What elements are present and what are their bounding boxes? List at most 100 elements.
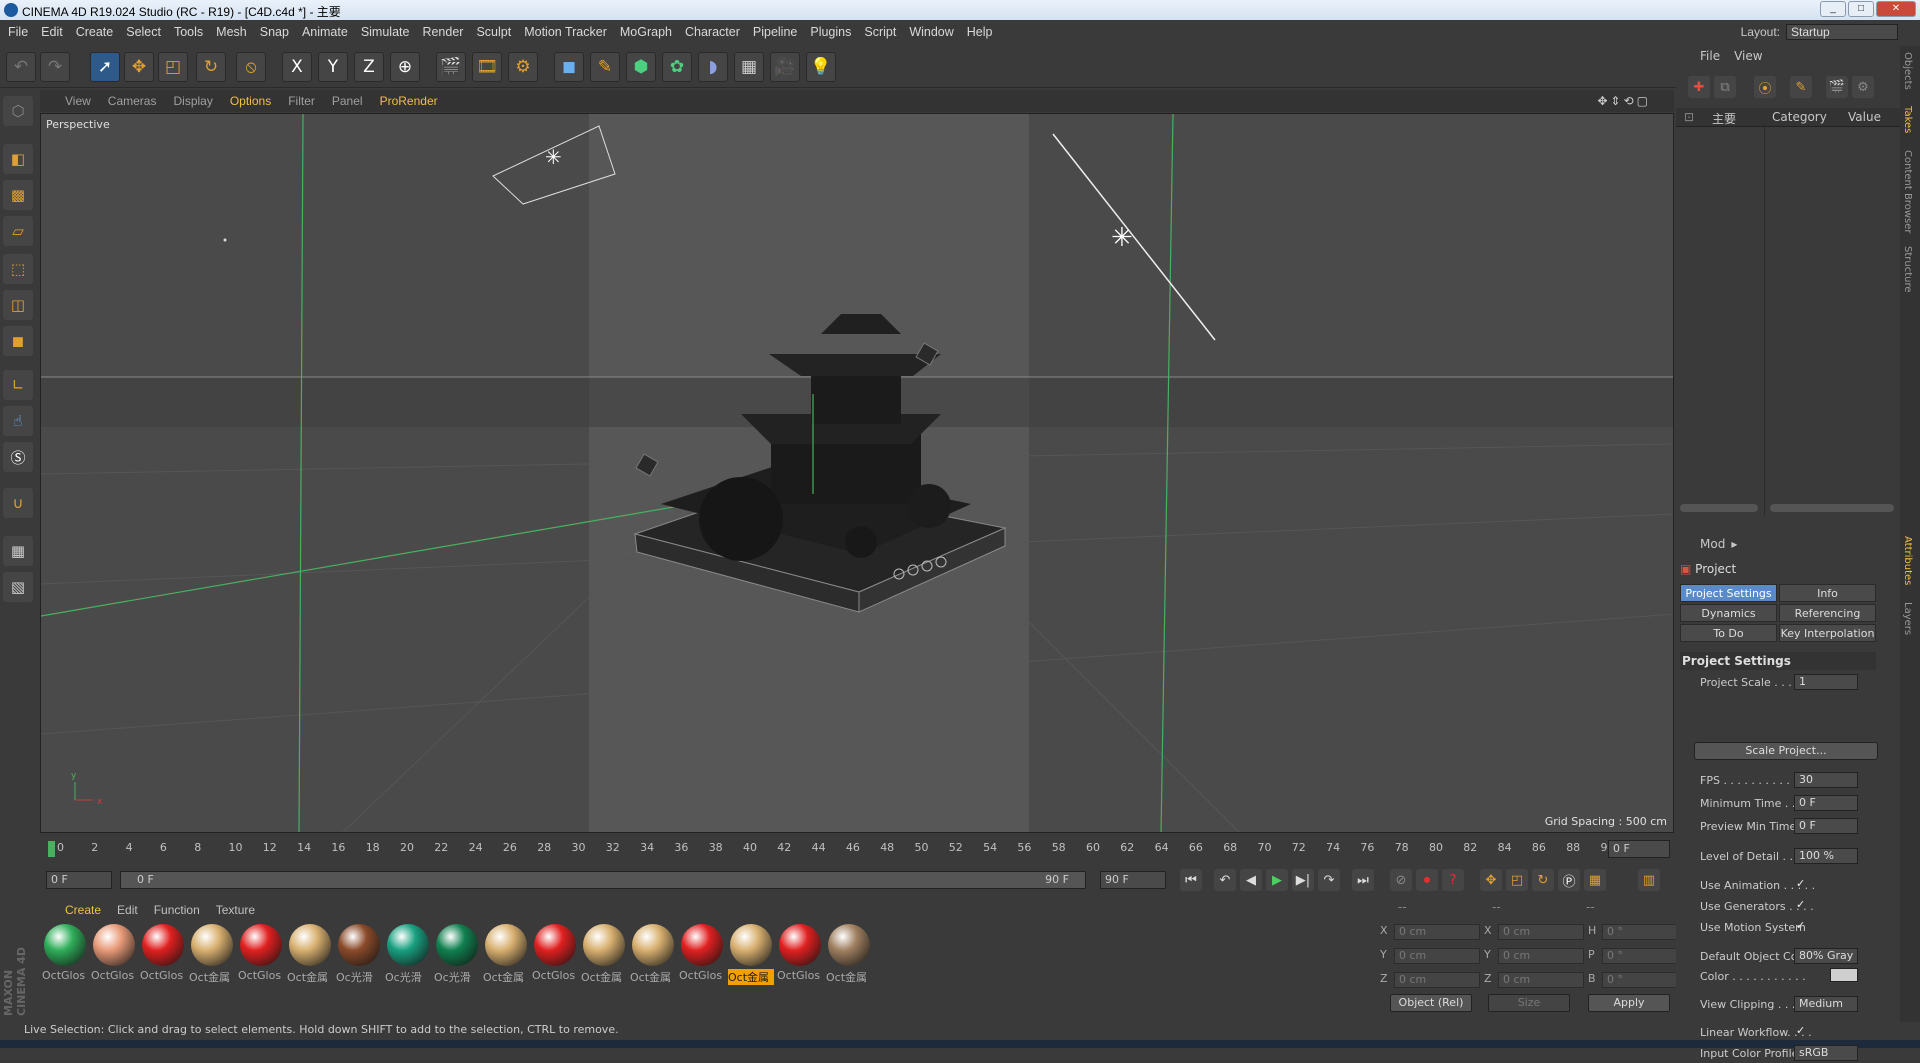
side-tab-content-browser[interactable]: Content Browser [1902, 150, 1913, 233]
camera-icon[interactable]: 🎥 [770, 52, 800, 82]
menu-snap[interactable]: Snap [260, 25, 289, 39]
material-thumbnail[interactable]: OctGlos [777, 924, 823, 990]
side-tab-attributes[interactable]: Attributes [1902, 536, 1913, 585]
next-frame-icon[interactable]: ▶| [1292, 869, 1314, 891]
viewport-menu-filter[interactable]: Filter [288, 94, 315, 108]
menu-render[interactable]: Render [422, 25, 463, 39]
menu-animate[interactable]: Animate [302, 25, 348, 39]
axis-mode-icon[interactable]: ∟ [3, 370, 33, 400]
next-key-icon[interactable]: ↷ [1318, 869, 1340, 891]
material-menu-function[interactable]: Function [154, 903, 200, 917]
viewport-nav-icons[interactable]: ✥⇕⟲▢ [1597, 94, 1651, 108]
previous-key-icon[interactable]: ↶ [1214, 869, 1236, 891]
menu-simulate[interactable]: Simulate [361, 25, 410, 39]
render-settings-icon[interactable]: ⚙ [508, 52, 538, 82]
material-thumbnail[interactable]: Oc光滑 [336, 924, 382, 990]
menu-file[interactable]: File [8, 25, 28, 39]
recent-tools-icon[interactable]: ⦸ [236, 52, 266, 82]
rotation-h-field[interactable]: 0 ° [1602, 924, 1682, 940]
material-thumbnail[interactable]: Oct金属 [826, 924, 872, 990]
autokeying-icon[interactable]: ⏺ [1416, 869, 1438, 891]
material-menu-texture[interactable]: Texture [216, 903, 255, 917]
tab-referencing[interactable]: Referencing [1779, 604, 1876, 622]
material-thumbnail[interactable]: OctGlos [42, 924, 88, 990]
input-color-profile-dropdown[interactable]: sRGB [1794, 1045, 1858, 1061]
keyframe-selection-icon[interactable]: ? [1442, 869, 1464, 891]
use-motion-system-checkbox[interactable]: ✓ [1796, 919, 1805, 932]
model-mode-icon[interactable]: ◧ [3, 144, 33, 174]
position-z-field[interactable]: 0 cm [1394, 972, 1480, 988]
attribute-nav-arrow-icon[interactable]: ▸ [1731, 537, 1737, 551]
color-swatch[interactable] [1830, 968, 1858, 982]
key-rotation-icon[interactable]: ↻ [1532, 869, 1554, 891]
viewport-menu-display[interactable]: Display [173, 94, 212, 108]
take-clone-icon[interactable]: ⧉ [1714, 76, 1736, 98]
rotation-b-field[interactable]: 0 ° [1602, 972, 1682, 988]
minimum-time-field[interactable]: 0 F [1794, 795, 1858, 811]
menu-pipeline[interactable]: Pipeline [753, 25, 797, 39]
end-frame-field[interactable]: 90 F [1100, 871, 1166, 889]
minimize-button[interactable]: _ [1820, 1, 1846, 17]
menu-mograph[interactable]: MoGraph [620, 25, 672, 39]
make-editable-icon[interactable]: ⬡ [3, 96, 33, 126]
timeline-window-icon[interactable]: ▥ [1638, 869, 1660, 891]
snap-icon[interactable]: Ⓢ [3, 442, 33, 472]
pen-spline-icon[interactable]: ✎ [590, 52, 620, 82]
menu-script[interactable]: Script [864, 25, 896, 39]
apply-button[interactable]: Apply [1588, 994, 1670, 1012]
key-pla-icon[interactable]: ▦ [1584, 869, 1606, 891]
auto-take-icon[interactable]: ✎ [1790, 76, 1812, 98]
size-y-field[interactable]: 0 cm [1498, 948, 1584, 964]
menu-help[interactable]: Help [967, 25, 993, 39]
menu-plugins[interactable]: Plugins [810, 25, 851, 39]
key-position-icon[interactable]: ✥ [1480, 869, 1502, 891]
material-thumbnail[interactable]: Oct金属 [483, 924, 529, 990]
tab-project-settings[interactable]: Project Settings [1680, 584, 1777, 602]
material-thumbnail[interactable]: OctGlos [532, 924, 578, 990]
tab-key-interpolation[interactable]: Key Interpolation [1779, 624, 1876, 642]
record-active-objects-icon[interactable]: ⊘ [1390, 869, 1412, 891]
viewport-menu-options[interactable]: Options [230, 94, 271, 108]
tweak-mode-icon[interactable]: ☝ [3, 406, 33, 436]
level-of-detail-field[interactable]: 100 % [1794, 848, 1858, 864]
side-tab-layers[interactable]: Layers [1902, 602, 1913, 635]
attribute-mode-menu[interactable]: Mod [1700, 537, 1725, 551]
key-parameter-icon[interactable]: Ⓟ [1558, 869, 1580, 891]
preview-range-slider[interactable]: 0 F 90 F [120, 871, 1086, 889]
lock-overrides-icon[interactable]: ⚙ [1852, 76, 1874, 98]
points-mode-icon[interactable]: ⬚ [3, 254, 33, 284]
menu-mesh[interactable]: Mesh [216, 25, 247, 39]
menu-window[interactable]: Window [909, 25, 953, 39]
z-axis-lock-button[interactable]: Z [354, 52, 384, 82]
material-thumbnail[interactable]: Oc光滑 [385, 924, 431, 990]
material-thumbnail[interactable]: Oct金属 [728, 924, 774, 990]
menu-character[interactable]: Character [685, 25, 740, 39]
linear-workflow-checkbox[interactable]: ✓ [1796, 1024, 1805, 1037]
material-thumbnail[interactable]: Oct金属 [630, 924, 676, 990]
take-render-icon[interactable]: 🎬 [1826, 76, 1848, 98]
takes-scrollbar[interactable] [1680, 504, 1758, 512]
menu-tools[interactable]: Tools [174, 25, 203, 39]
lock-workplane-icon[interactable]: ▦ [3, 536, 33, 566]
cube-primitive-icon[interactable]: ◼ [554, 52, 584, 82]
key-scale-icon[interactable]: ◰ [1506, 869, 1528, 891]
current-frame-field[interactable]: 0 F [1608, 840, 1670, 858]
menu-create[interactable]: Create [76, 25, 114, 39]
position-y-field[interactable]: 0 cm [1394, 948, 1480, 964]
deformer-icon[interactable]: ◗ [698, 52, 728, 82]
rotate-icon[interactable]: ↻ [196, 52, 226, 82]
material-thumbnail[interactable]: Oc光滑 [434, 924, 480, 990]
default-object-color-dropdown[interactable]: 80% Gray [1794, 948, 1858, 964]
layout-dropdown[interactable]: Startup [1786, 24, 1898, 40]
material-thumbnail[interactable]: Oct金属 [581, 924, 627, 990]
object-filter-icon[interactable]: ⊡ [1684, 110, 1694, 124]
texture-mode-icon[interactable]: ▩ [3, 180, 33, 210]
viewport-menu-view[interactable]: View [65, 94, 91, 108]
menu-select[interactable]: Select [126, 25, 161, 39]
tab-dynamics[interactable]: Dynamics [1680, 604, 1777, 622]
cloner-icon[interactable]: ✿ [662, 52, 692, 82]
magnet-icon[interactable]: ∪ [3, 488, 33, 518]
side-tab-objects[interactable]: Objects [1902, 52, 1913, 90]
viewport-menu-prorender[interactable]: ProRender [380, 94, 438, 108]
previous-frame-icon[interactable]: ◀ [1240, 869, 1262, 891]
